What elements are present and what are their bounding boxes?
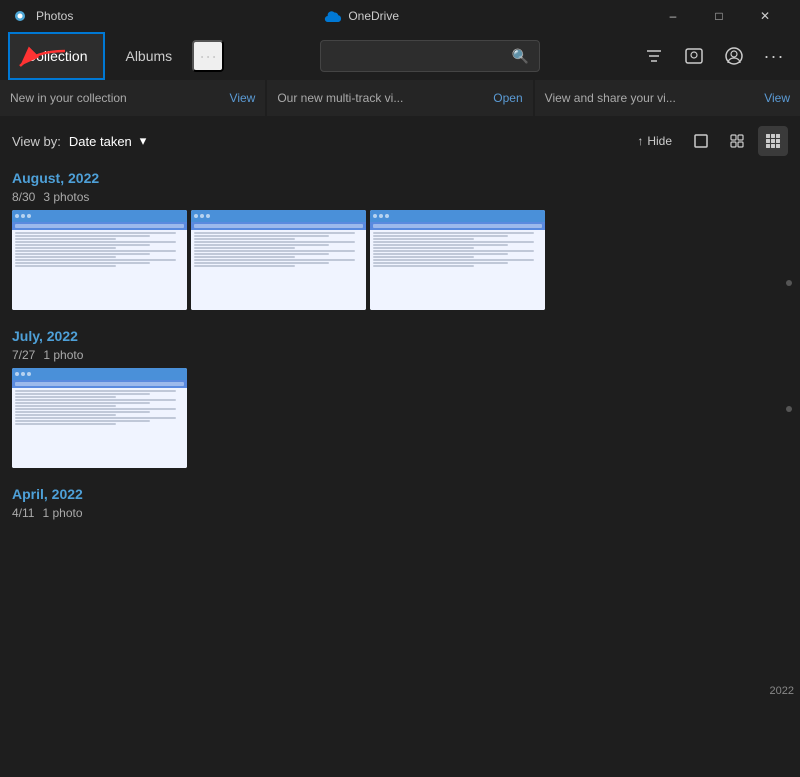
scroll-dot-1 xyxy=(786,280,792,286)
view-grid3-icon xyxy=(765,133,781,149)
people-icon xyxy=(684,47,704,65)
tab-collection[interactable]: Collection xyxy=(8,32,105,80)
month-july-2022: July, 2022 7/27 1 photo xyxy=(12,322,788,468)
up-arrow-icon: ↑ xyxy=(637,134,643,148)
year-label: 2022 xyxy=(770,685,794,697)
nav-more-button[interactable]: ··· xyxy=(192,40,224,72)
banner-clipchamp-caption: Our new multi-track vi... Open xyxy=(267,80,532,116)
title-bar-left: Photos xyxy=(12,8,73,24)
view-single-icon xyxy=(693,133,709,149)
month-heading-july: July, 2022 xyxy=(12,322,788,344)
close-button[interactable]: ✕ xyxy=(742,0,788,32)
view-grid2-button[interactable] xyxy=(722,126,752,156)
tab-albums[interactable]: Albums xyxy=(109,32,188,80)
month-april-2022: April, 2022 4/11 1 photo xyxy=(12,480,788,520)
banner-recent-action[interactable]: View xyxy=(230,91,256,105)
search-input[interactable] xyxy=(331,49,512,64)
view-grid3-button[interactable] xyxy=(758,126,788,156)
month-heading-august: August, 2022 xyxy=(12,164,788,186)
date-taken-dropdown[interactable]: Date taken ▾ xyxy=(69,133,146,149)
right-toolbar: ··· xyxy=(636,38,792,74)
minimize-button[interactable]: – xyxy=(650,0,696,32)
day-row-july-27: 7/27 1 photo xyxy=(12,348,788,362)
onedrive-icon xyxy=(324,9,342,23)
filter-button[interactable] xyxy=(636,38,672,74)
photos-grid-august xyxy=(12,210,788,310)
photos-grid-july xyxy=(12,368,788,468)
month-august-2022: August, 2022 8/30 3 photos xyxy=(12,164,788,310)
photo-thumb[interactable] xyxy=(370,210,545,310)
nav-bar: Collection Albums ··· 🔍 xyxy=(0,32,800,80)
account-icon xyxy=(724,46,744,66)
search-icon[interactable]: 🔍 xyxy=(512,48,529,65)
hide-button[interactable]: ↑ Hide xyxy=(637,134,672,148)
view-controls: View by: Date taken ▾ ↑ Hide xyxy=(12,116,788,164)
people-button[interactable] xyxy=(676,38,712,74)
banner-video-action[interactable]: View xyxy=(764,91,790,105)
search-box: 🔍 xyxy=(320,40,540,72)
filter-icon xyxy=(645,49,663,63)
window-controls: – □ ✕ xyxy=(650,0,788,32)
view-grid2-icon xyxy=(729,133,745,149)
photo-thumb[interactable] xyxy=(12,368,187,468)
banner-video: New video View and share your vi... View xyxy=(533,80,800,116)
day-row-august-30: 8/30 3 photos xyxy=(12,190,788,204)
month-heading-april: April, 2022 xyxy=(12,480,788,502)
view-by-label: View by: xyxy=(12,134,61,149)
title-bar: Photos OneDrive – □ ✕ xyxy=(0,0,800,32)
banner-clipchamp: Microsoft Clipchamp Our new multi-track … xyxy=(265,80,532,116)
view-right: ↑ Hide xyxy=(637,126,788,156)
scroll-dot-2 xyxy=(786,406,792,412)
app-icon xyxy=(12,8,28,24)
more-options-button[interactable]: ··· xyxy=(756,38,792,74)
photo-thumb[interactable] xyxy=(12,210,187,310)
main-content: View by: Date taken ▾ ↑ Hide xyxy=(0,116,800,632)
banner-video-caption: View and share your vi... View xyxy=(535,80,800,116)
banner-recent: Recent New in your collection View xyxy=(0,80,265,116)
chevron-down-icon: ▾ xyxy=(140,133,147,149)
onedrive-area: OneDrive xyxy=(324,9,399,23)
banner-recent-caption: New in your collection View xyxy=(0,80,265,116)
view-by-section: View by: Date taken ▾ xyxy=(12,133,146,149)
search-area: 🔍 xyxy=(228,40,632,72)
view-single-button[interactable] xyxy=(686,126,716,156)
maximize-button[interactable]: □ xyxy=(696,0,742,32)
account-button[interactable] xyxy=(716,38,752,74)
banner-clipchamp-action[interactable]: Open xyxy=(493,91,522,105)
scroll-indicators xyxy=(786,280,792,412)
app-title: Photos xyxy=(36,9,73,23)
banner-section: Recent New in your collection View Micro… xyxy=(0,80,800,116)
day-row-april-11: 4/11 1 photo xyxy=(12,506,788,520)
onedrive-label: OneDrive xyxy=(348,9,399,23)
photo-thumb[interactable] xyxy=(191,210,366,310)
